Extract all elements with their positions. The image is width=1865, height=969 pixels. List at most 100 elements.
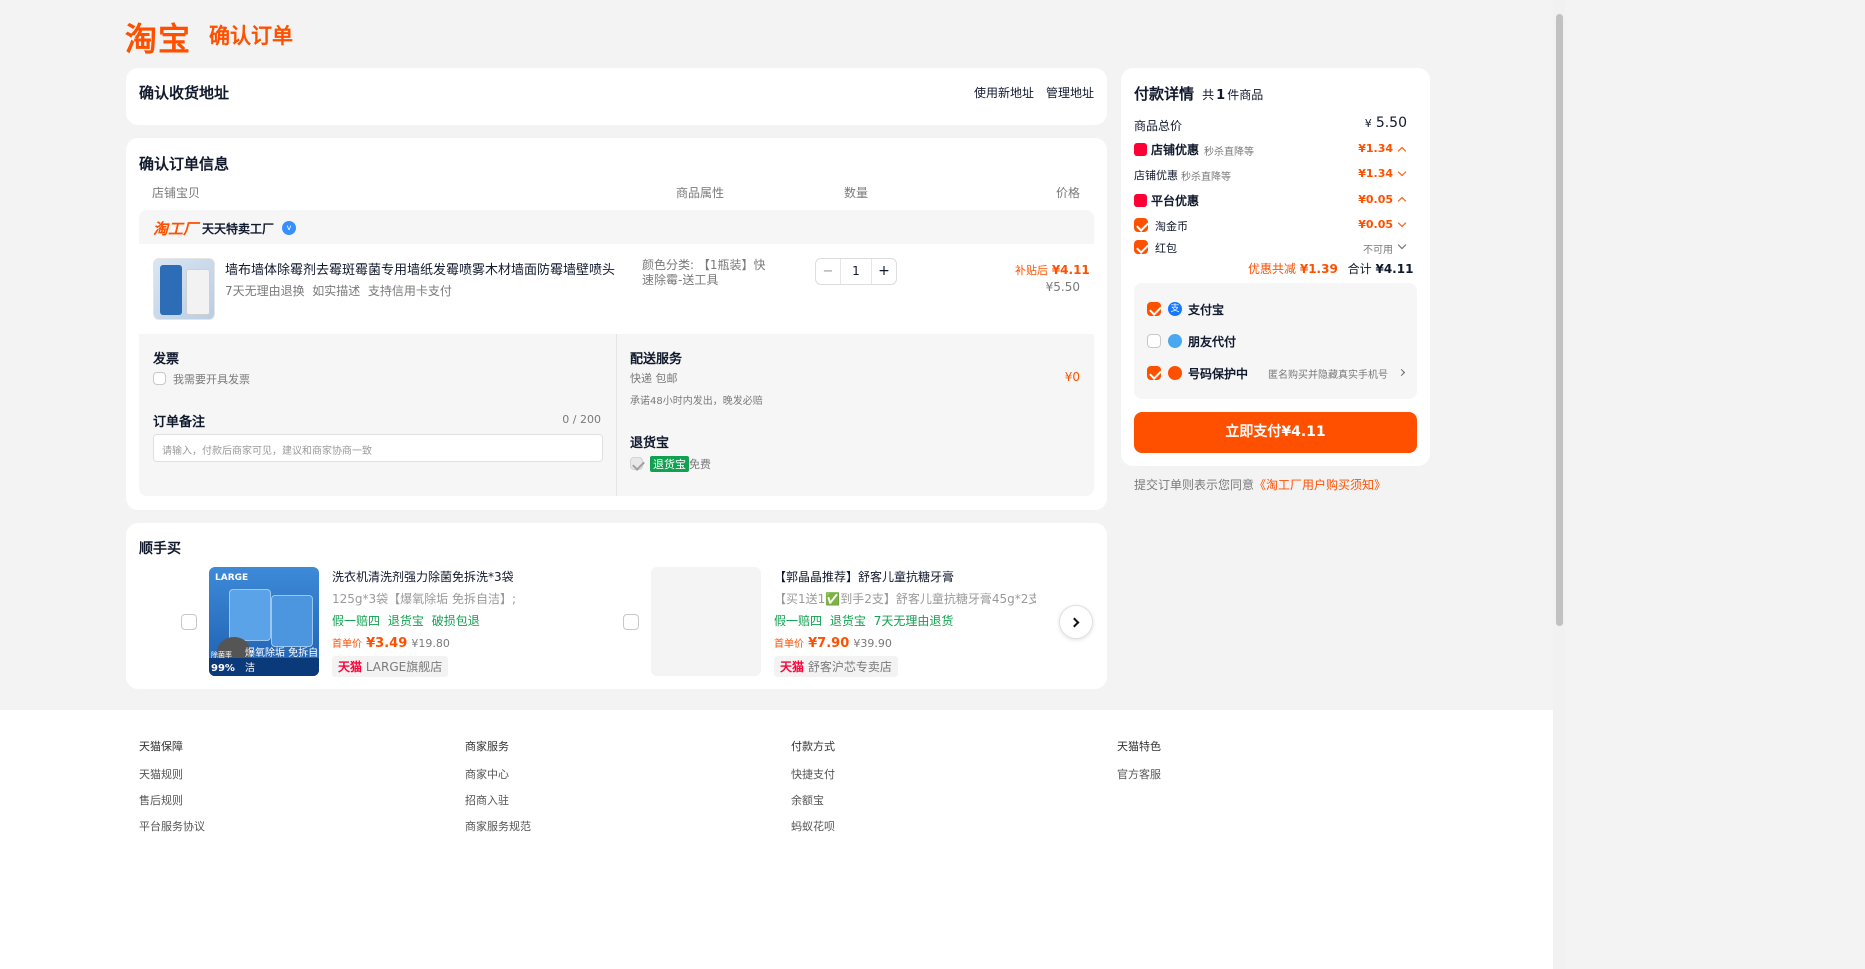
footer-link[interactable]: 天猫规则 xyxy=(139,766,205,782)
friend-pay-label[interactable]: 朋友代付 xyxy=(1188,333,1236,350)
phone-protect-note[interactable]: 匿名购买并隐藏真实手机号 xyxy=(1268,366,1388,381)
redpacket-label: 红包 xyxy=(1155,242,1177,255)
remark-input[interactable]: 请输入，付款后商家可见，建议和商家协商一致 xyxy=(153,434,603,462)
recommend-2-orig-price: ¥39.90 xyxy=(853,637,892,650)
shop-logo[interactable]: 淘工厂 xyxy=(153,218,198,239)
return-tag: 退货宝 xyxy=(650,456,689,472)
footer-col-title: 天猫特色 xyxy=(1117,740,1161,753)
remark-title: 订单备注 xyxy=(153,415,206,430)
item-row: 墙布墙体除霉剂去霉斑霉菌专用墙纸发霉喷雾木材墙面防霉墙壁喷头 7天无理由退换 如… xyxy=(139,244,1094,334)
invoice-checkbox[interactable] xyxy=(153,372,166,385)
alipay-label[interactable]: 支付宝 xyxy=(1188,301,1224,318)
item-image[interactable] xyxy=(153,258,215,320)
phone-protect-checkbox[interactable] xyxy=(1147,366,1161,380)
expand-icon[interactable] xyxy=(1397,218,1407,228)
chevron-right-icon[interactable] xyxy=(1397,368,1406,377)
platform-discount-label[interactable]: 平台优惠 xyxy=(1151,192,1199,209)
recommend-2-checkbox[interactable] xyxy=(623,614,639,630)
recommend-1-desc: 125g*3袋【爆氧除垢 免拆自洁】; xyxy=(332,592,517,606)
footer-col-title: 天猫保障 xyxy=(139,740,183,753)
summary-total-label: 合计 xyxy=(1347,262,1372,276)
platform-discount-icon xyxy=(1134,194,1147,207)
page-title: 确认订单 xyxy=(209,24,293,48)
footer-link[interactable]: 官方客服 xyxy=(1117,766,1161,782)
pay-now-button[interactable]: 立即支付¥4.11 xyxy=(1134,412,1417,453)
collapse-icon[interactable] xyxy=(1397,146,1407,156)
footer-col-1: 天猫保障 天猫规则 售后规则 平台服务协议 xyxy=(139,738,205,834)
footer-col-3: 付款方式 快捷支付 余额宝 蚂蚁花呗 xyxy=(791,738,835,834)
recommend-2-desc: 【买1送1✅到手2支】舒客儿童抗糖牙膏45g*2支; xyxy=(774,592,1036,606)
shop-discount-sub: 秒杀直降等 xyxy=(1204,147,1254,158)
footer-link[interactable]: 商家中心 xyxy=(465,766,531,782)
item-count-suffix: 件商品 xyxy=(1227,88,1264,102)
recommend-2-image[interactable] xyxy=(651,567,761,676)
shop-discount-value: ¥1.34 xyxy=(1358,142,1393,155)
payment-card: 付款详情 共 1 件商品 商品总价 ¥ 5.50 店铺优惠 秒杀直降等 ¥1.34 … xyxy=(1121,68,1430,466)
recommend-1-store[interactable]: 天猫 LARGE旗舰店 xyxy=(332,656,449,677)
qty-input[interactable]: 1 xyxy=(841,259,871,284)
coin-checkbox[interactable] xyxy=(1134,218,1148,232)
qty-minus-button[interactable]: − xyxy=(816,259,841,284)
recommend-1-image[interactable]: LARGE 99% 爆氧除垢 免拆自洁 除菌率 xyxy=(209,567,319,676)
recommend-1-tag: 退货宝 xyxy=(387,614,424,628)
recommend-1-orig-price: ¥19.80 xyxy=(411,637,450,650)
agreement-link[interactable]: 《淘工厂用户购买须知》 xyxy=(1254,478,1386,492)
footer-link[interactable]: 余额宝 xyxy=(791,792,835,808)
return-title: 退货宝 xyxy=(630,436,670,451)
manage-address-link[interactable]: 管理地址 xyxy=(1046,84,1094,101)
alipay-checkbox[interactable] xyxy=(1147,302,1161,316)
collapse-icon[interactable] xyxy=(1397,196,1407,206)
item-name[interactable]: 墙布墙体除霉剂去霉斑霉菌专用墙纸发霉喷雾木材墙面防霉墙壁喷头 xyxy=(225,259,625,278)
item-count-prefix: 共 xyxy=(1202,88,1215,102)
footer-link[interactable]: 售后规则 xyxy=(139,792,205,808)
recommend-1-price-row: 首单价 ¥3.49 ¥19.80 xyxy=(332,635,450,651)
next-arrow-icon[interactable] xyxy=(1059,605,1093,639)
agreement-prefix: 提交订单则表示您同意 xyxy=(1134,478,1255,492)
scrollbar[interactable] xyxy=(1553,0,1565,969)
recommend-1-tag: 破损包退 xyxy=(431,614,480,628)
recommend-2-store[interactable]: 天猫 舒客沪芯专卖店 xyxy=(774,656,898,677)
subsidy-value: ¥4.11 xyxy=(1051,263,1090,277)
item-count: 1 xyxy=(1216,88,1226,103)
footer-link[interactable]: 平台服务协议 xyxy=(139,818,205,834)
recommend-1-first-label: 首单价 xyxy=(332,639,362,650)
footer-col-title: 付款方式 xyxy=(791,740,835,753)
taobao-logo[interactable]: 淘宝 xyxy=(125,14,191,60)
use-new-address-link[interactable]: 使用新地址 xyxy=(974,84,1034,101)
footer-link[interactable]: 招商入驻 xyxy=(465,792,531,808)
total-amount: 5.50 xyxy=(1375,115,1407,131)
delivery-promise: 承诺48小时内发出，晚发必赔 xyxy=(630,396,763,407)
shop-discount-sub-value: ¥1.34 xyxy=(1358,167,1393,180)
redpacket-checkbox[interactable] xyxy=(1134,240,1148,254)
original-price: ¥5.50 xyxy=(1045,280,1080,294)
qty-plus-button[interactable]: + xyxy=(871,259,896,284)
shop-name[interactable]: 天天特卖工厂 xyxy=(202,220,274,237)
recommend-2-title[interactable]: 【郭晶晶推荐】舒客儿童抗糖牙膏 xyxy=(774,568,954,585)
footer-link[interactable]: 商家服务规范 xyxy=(465,818,531,834)
phone-protect-label[interactable]: 号码保护中 xyxy=(1188,365,1248,382)
recommend-1-tags: 假一赔四 退货宝 破损包退 xyxy=(332,612,480,629)
recommend-1-checkbox[interactable] xyxy=(181,614,197,630)
summary-row: 优惠共减 ¥1.39 合计 ¥4.11 xyxy=(1248,260,1413,277)
scrollbar-thumb[interactable] xyxy=(1556,14,1563,626)
invoice-option-label[interactable]: 我需要开具发票 xyxy=(173,371,250,387)
shop-badge-icon: v xyxy=(282,221,296,235)
invoice-title: 发票 xyxy=(153,352,180,367)
recommend-card: 顺手买 LARGE 99% 爆氧除垢 免拆自洁 除菌率 洗衣机清洗剂强力除菌免拆… xyxy=(126,523,1107,689)
expand-icon[interactable] xyxy=(1397,240,1407,250)
footer-link[interactable]: 快捷支付 xyxy=(791,766,835,782)
item-attr[interactable]: 颜色分类: 【1瓶装】快速除霉-送工具 xyxy=(642,258,772,288)
total-value: ¥ 5.50 xyxy=(1351,115,1407,131)
recommend-1-price: ¥3.49 xyxy=(366,636,408,651)
expand-icon[interactable] xyxy=(1397,167,1407,177)
friend-pay-checkbox[interactable] xyxy=(1147,334,1161,348)
return-checkbox xyxy=(630,457,643,470)
recommend-1-title[interactable]: 洗衣机清洗剂强力除菌免拆洗*3袋 xyxy=(332,568,514,585)
phone-protect-icon xyxy=(1168,366,1182,380)
footer-link[interactable]: 蚂蚁花呗 xyxy=(791,818,835,834)
shop-block: 淘工厂 天天特卖工厂 v 墙布墙体除霉剂去霉斑霉菌专用墙纸发霉喷雾木材墙面防霉墙… xyxy=(139,210,1094,496)
recommend-2-first-label: 首单价 xyxy=(774,639,804,650)
summary-discount: ¥1.39 xyxy=(1299,262,1338,276)
shop-discount-label[interactable]: 店铺优惠 xyxy=(1151,141,1199,158)
recommend-title: 顺手买 xyxy=(139,541,181,557)
